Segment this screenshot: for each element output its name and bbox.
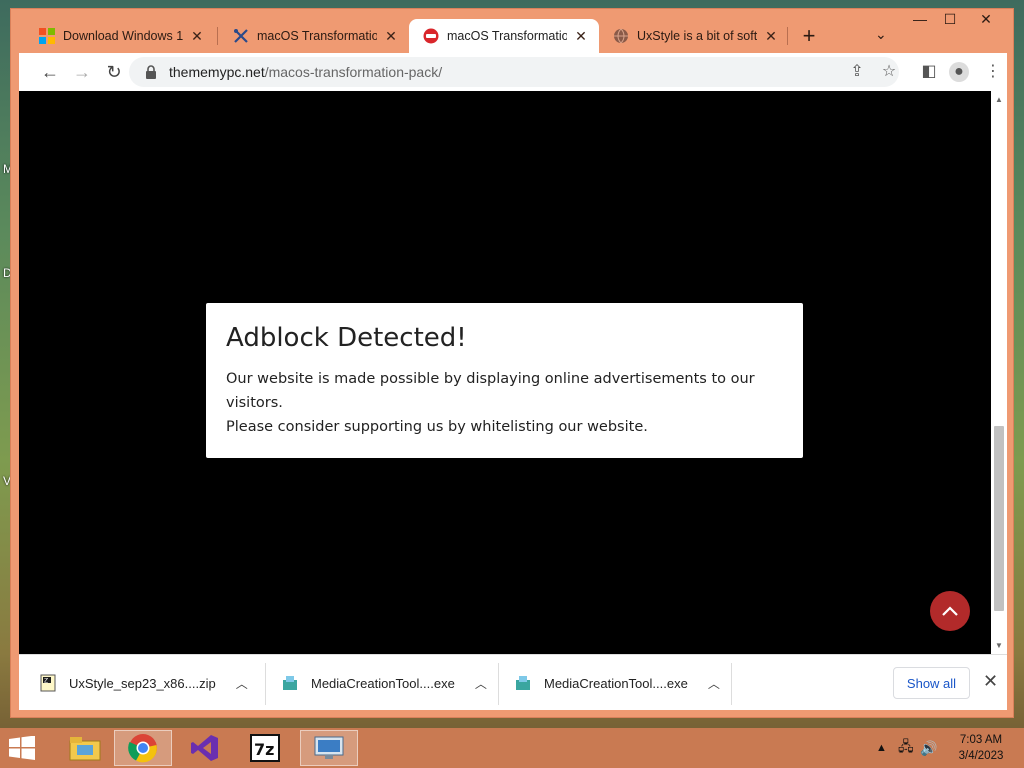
tab-title: UxStyle is a bit of softw	[637, 29, 757, 43]
chrome-icon[interactable]	[114, 730, 172, 766]
chevron-up-icon	[942, 606, 958, 616]
chevron-up-icon[interactable]: ︿	[475, 675, 487, 692]
file-explorer-icon[interactable]	[56, 730, 114, 766]
page-viewport: Adblock Detected! Our website is made po…	[19, 91, 1007, 654]
tab-title: macOS Transformation	[447, 29, 567, 43]
close-window-icon[interactable]: ✕	[971, 11, 1001, 28]
close-downloads-icon[interactable]: ✕	[983, 671, 998, 692]
menu-kebab-icon[interactable]: ⋮	[983, 62, 1003, 82]
address-bar[interactable]: thememypc.net /macos-transformation-pack…	[129, 57, 899, 87]
tab-macos-transformation-1[interactable]: macOS Transformation ✕	[219, 19, 409, 53]
tab-close-icon[interactable]: ✕	[383, 28, 399, 45]
windows-start-icon[interactable]	[8, 736, 36, 760]
profile-avatar-icon[interactable]: ●	[949, 62, 969, 82]
system-clock[interactable]: 7:03 AM 3/4/2023	[944, 732, 1018, 764]
installer-icon	[516, 676, 530, 690]
modal-title: Adblock Detected!	[226, 323, 467, 353]
download-filename: MediaCreationTool....exe	[311, 675, 455, 691]
forward-arrow-icon[interactable]: →	[71, 61, 93, 83]
show-hidden-icons-chevron-icon[interactable]: ▲	[876, 728, 887, 768]
maximize-icon[interactable]: ☐	[935, 11, 965, 28]
clock-time: 7:03 AM	[959, 734, 1003, 746]
tab-macos-transformation-active[interactable]: macOS Transformation ✕	[409, 19, 599, 53]
installer-icon	[283, 676, 297, 690]
tab-title: Download Windows 10	[63, 29, 183, 43]
tab-close-icon[interactable]: ✕	[189, 28, 205, 45]
tab-close-icon[interactable]: ✕	[573, 28, 589, 45]
browser-window: Download Windows 10 ✕ macOS Transformati…	[10, 8, 1014, 718]
chevron-up-icon[interactable]: ︿	[708, 675, 720, 692]
tab-strip: Download Windows 10 ✕ macOS Transformati…	[11, 9, 1013, 53]
remote-desktop-icon[interactable]	[300, 730, 358, 766]
thememypc-icon	[423, 28, 439, 44]
volume-icon[interactable]: 🔊	[920, 728, 937, 768]
downloads-bar: Z UxStyle_sep23_x86....zip ︿ MediaCreati…	[19, 654, 1007, 710]
lock-icon[interactable]	[145, 65, 157, 79]
clock-date: 3/4/2023	[958, 750, 1004, 762]
visual-studio-icon[interactable]	[176, 730, 234, 766]
scrollbar-thumb[interactable]	[994, 426, 1004, 611]
share-icon[interactable]: ⇪	[847, 62, 867, 82]
url-domain: thememypc.net	[169, 64, 265, 80]
minimize-icon[interactable]: —	[905, 11, 935, 27]
tools-icon	[234, 29, 248, 43]
download-filename: UxStyle_sep23_x86....zip	[69, 675, 216, 691]
vertical-scrollbar[interactable]: ▲ ▼	[991, 91, 1007, 654]
new-tab-button[interactable]: +	[795, 23, 823, 49]
svg-text:Z: Z	[44, 678, 48, 685]
scroll-to-top-button[interactable]	[930, 591, 970, 631]
tab-download-windows[interactable]: Download Windows 10 ✕	[25, 19, 215, 53]
tab-search-chevron-icon[interactable]: ⌄	[875, 26, 887, 43]
modal-message-line-2: Please consider supporting us by whiteli…	[226, 419, 648, 435]
svg-text:7z: 7z	[254, 740, 274, 759]
tab-close-icon[interactable]: ✕	[763, 28, 779, 45]
show-all-button[interactable]: Show all	[893, 667, 970, 699]
7zip-icon[interactable]: 7z	[236, 730, 294, 766]
taskbar: 7z ▲ 🖧 🔊 7:03 AM 3/4/2023	[0, 728, 1024, 768]
tab-title: macOS Transformation	[257, 29, 377, 43]
download-item[interactable]: MediaCreationTool....exe ︿	[281, 665, 487, 701]
bookmark-star-icon[interactable]: ☆	[879, 62, 899, 82]
side-panel-icon[interactable]: ◧	[919, 62, 939, 82]
download-filename: MediaCreationTool....exe	[544, 675, 688, 691]
windows-logo-icon	[39, 28, 55, 44]
modal-message-line-1: Our website is made possible by displayi…	[226, 371, 755, 411]
download-item[interactable]: Z UxStyle_sep23_x86....zip ︿	[39, 665, 248, 701]
chevron-up-icon[interactable]: ︿	[236, 675, 248, 692]
globe-icon	[614, 28, 628, 44]
browser-toolbar: ← → ↻ thememypc.net /macos-transformatio…	[19, 53, 1007, 91]
url-path: /macos-transformation-pack/	[264, 64, 443, 80]
scroll-down-arrow-icon[interactable]: ▼	[994, 641, 1004, 650]
tab-uxstyle[interactable]: UxStyle is a bit of softw ✕	[599, 19, 789, 53]
download-item[interactable]: MediaCreationTool....exe ︿	[514, 665, 720, 701]
scroll-up-arrow-icon[interactable]: ▲	[994, 95, 1004, 104]
adblock-modal: Adblock Detected! Our website is made po…	[206, 303, 803, 458]
zip-file-icon: Z	[40, 674, 56, 692]
network-icon[interactable]: 🖧	[898, 728, 914, 768]
back-arrow-icon[interactable]: ←	[39, 61, 61, 83]
reload-icon[interactable]: ↻	[103, 61, 125, 83]
